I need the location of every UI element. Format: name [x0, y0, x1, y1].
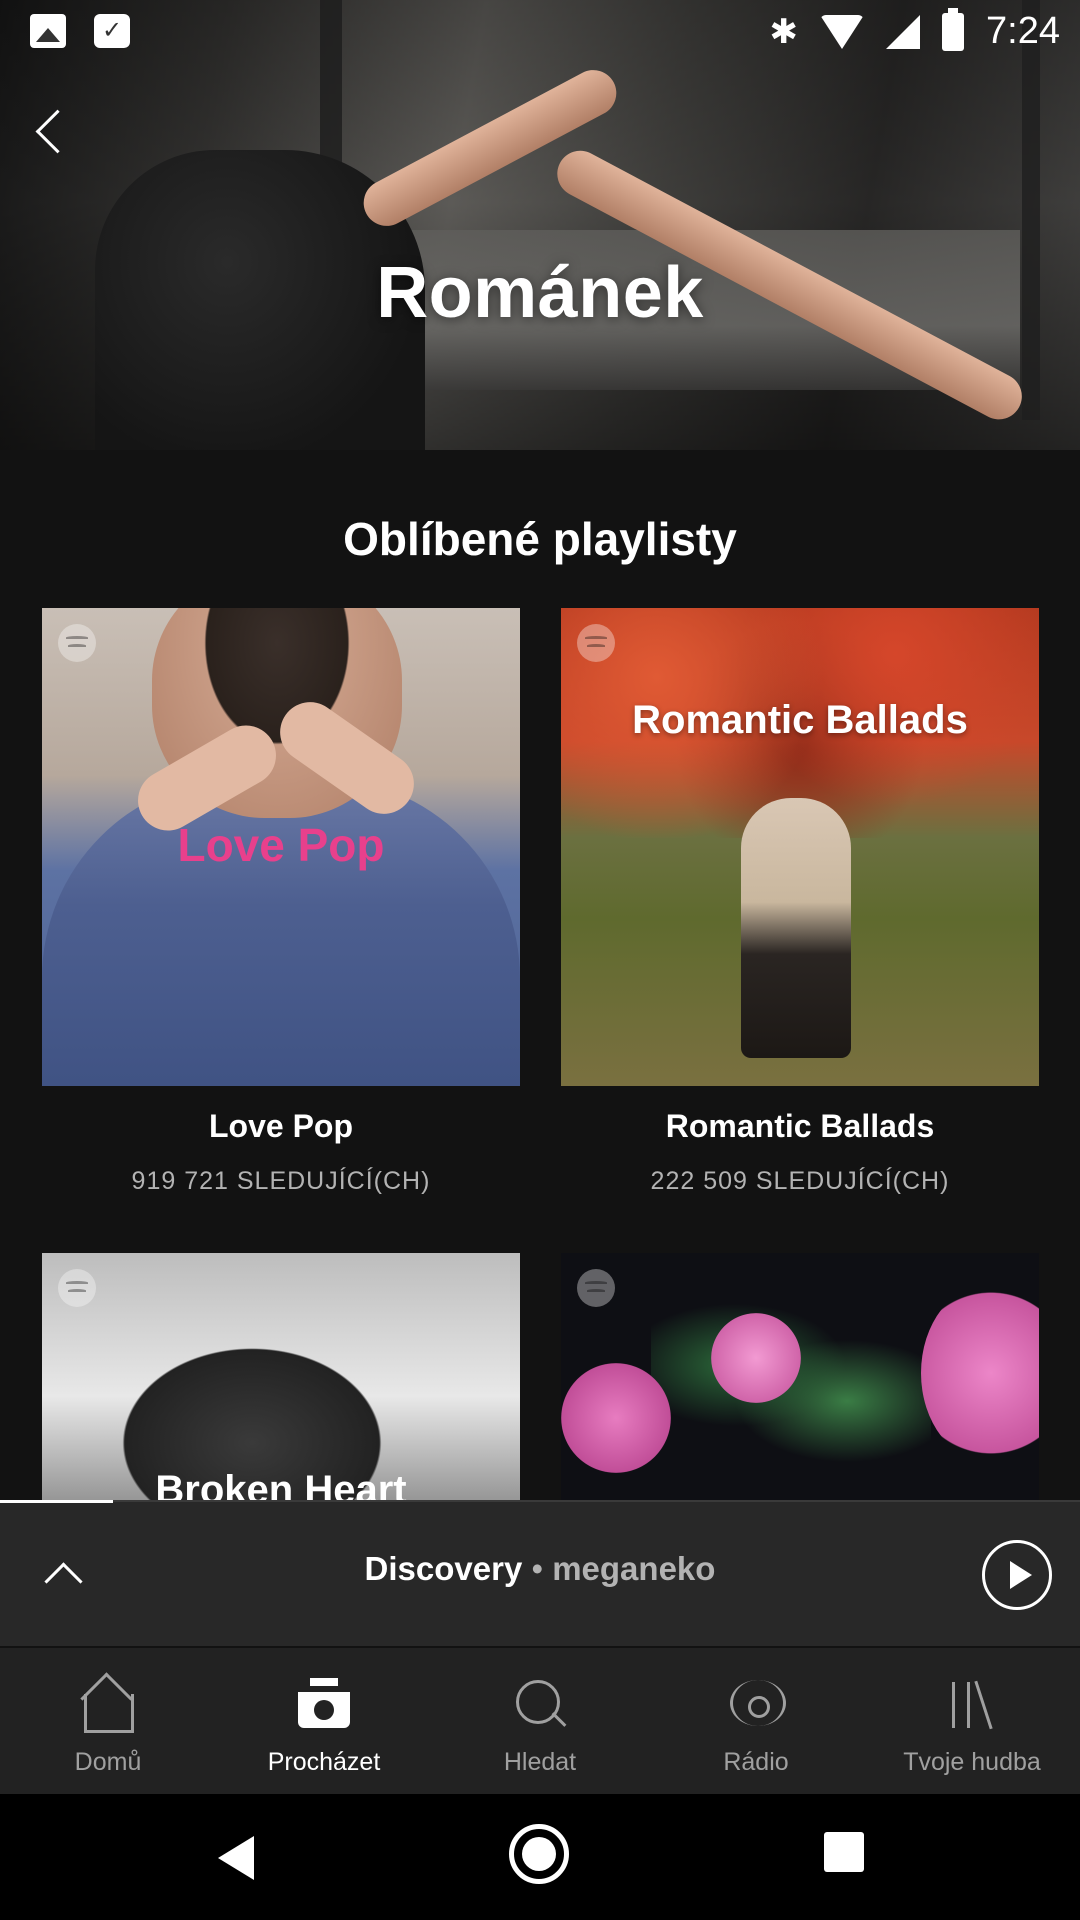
page-title: Románek [376, 253, 704, 333]
playlist-cover[interactable]: Romantic Ballads [561, 608, 1039, 1086]
track-artist: meganeko [552, 1550, 716, 1587]
cover-flower [711, 1313, 801, 1403]
status-time: 7:24 [986, 10, 1060, 52]
section-title: Oblíbené playlisty [343, 513, 737, 565]
cover-title-text: Broken Heart [155, 1468, 407, 1503]
recents-square-icon[interactable] [824, 1832, 864, 1872]
spotify-logo-icon [577, 624, 615, 662]
home-icon [78, 1674, 138, 1734]
playlist-cover[interactable]: Love Pop [42, 608, 520, 1086]
home-circle-icon[interactable] [509, 1824, 569, 1884]
nav-label: Rádio [723, 1748, 789, 1776]
nav-item-library[interactable]: Tvoje hudba [864, 1648, 1080, 1794]
playlist-cover[interactable]: Broken Heart [42, 1253, 520, 1503]
bottom-navigation: Domů Procházet Hledat Rádio Tvoje hudba [0, 1648, 1080, 1794]
nav-label: Procházet [267, 1748, 381, 1776]
nav-label: Tvoje hudba [903, 1748, 1041, 1776]
playlist-card-broken-heart[interactable]: Broken Heart [42, 1253, 520, 1503]
back-triangle-icon[interactable] [210, 1828, 270, 1888]
nav-item-home[interactable]: Domů [0, 1648, 216, 1794]
spotify-logo-icon [577, 1269, 615, 1307]
playlist-card-romantic-ballads[interactable]: Romantic Ballads Romantic Ballads 222 50… [561, 608, 1039, 1196]
cover-flower [921, 1283, 1039, 1463]
cover-title-text: Romantic Ballads [632, 698, 968, 742]
chevron-left-icon[interactable] [28, 110, 78, 160]
play-circle-icon[interactable] [982, 1540, 1052, 1610]
briefcase-check-icon [94, 14, 130, 48]
browse-icon [294, 1674, 354, 1734]
playlist-followers: 919 721 SLEDUJÍCÍ(CH) [131, 1167, 431, 1195]
now-playing-track[interactable]: Discovery • meganeko [0, 1550, 1080, 1588]
playlist-name[interactable]: Romantic Ballads [561, 1108, 1039, 1145]
gallery-icon [30, 14, 66, 48]
spotify-logo-icon [58, 624, 96, 662]
track-title: Discovery [364, 1550, 523, 1587]
radio-icon [726, 1674, 786, 1734]
cover-title-text: Love Pop [177, 819, 385, 871]
mini-player[interactable]: Discovery • meganeko [0, 1500, 1080, 1646]
cover-flower [561, 1363, 671, 1473]
header-hero-image [0, 0, 1080, 450]
cover-couple [741, 798, 851, 1058]
nav-item-search[interactable]: Hledat [432, 1648, 648, 1794]
playlist-card-love-pop[interactable]: Love Pop Love Pop 919 721 SLEDUJÍCÍ(CH) [42, 608, 520, 1196]
android-navigation-bar [0, 1794, 1080, 1920]
library-icon [942, 1674, 1002, 1734]
playlist-followers: 222 509 SLEDUJÍCÍ(CH) [650, 1167, 950, 1195]
nav-label: Hledat [503, 1748, 577, 1776]
battery-icon [942, 7, 965, 51]
wifi-icon [820, 14, 865, 49]
status-bar: ✱ 7:24 [0, 0, 1080, 64]
search-icon [510, 1674, 570, 1734]
playlist-card-flowers[interactable] [561, 1253, 1039, 1503]
spotify-logo-icon [58, 1269, 96, 1307]
nav-label: Domů [74, 1748, 142, 1776]
bluetooth-icon: ✱ [769, 12, 799, 51]
playlist-name[interactable]: Love Pop [42, 1108, 520, 1145]
playlist-cover[interactable] [561, 1253, 1039, 1503]
signal-icon [886, 14, 921, 49]
nav-item-radio[interactable]: Rádio [648, 1648, 864, 1794]
playback-progress-bar [0, 1500, 113, 1503]
nav-item-browse[interactable]: Procházet [216, 1648, 432, 1794]
track-separator: • [522, 1550, 553, 1587]
